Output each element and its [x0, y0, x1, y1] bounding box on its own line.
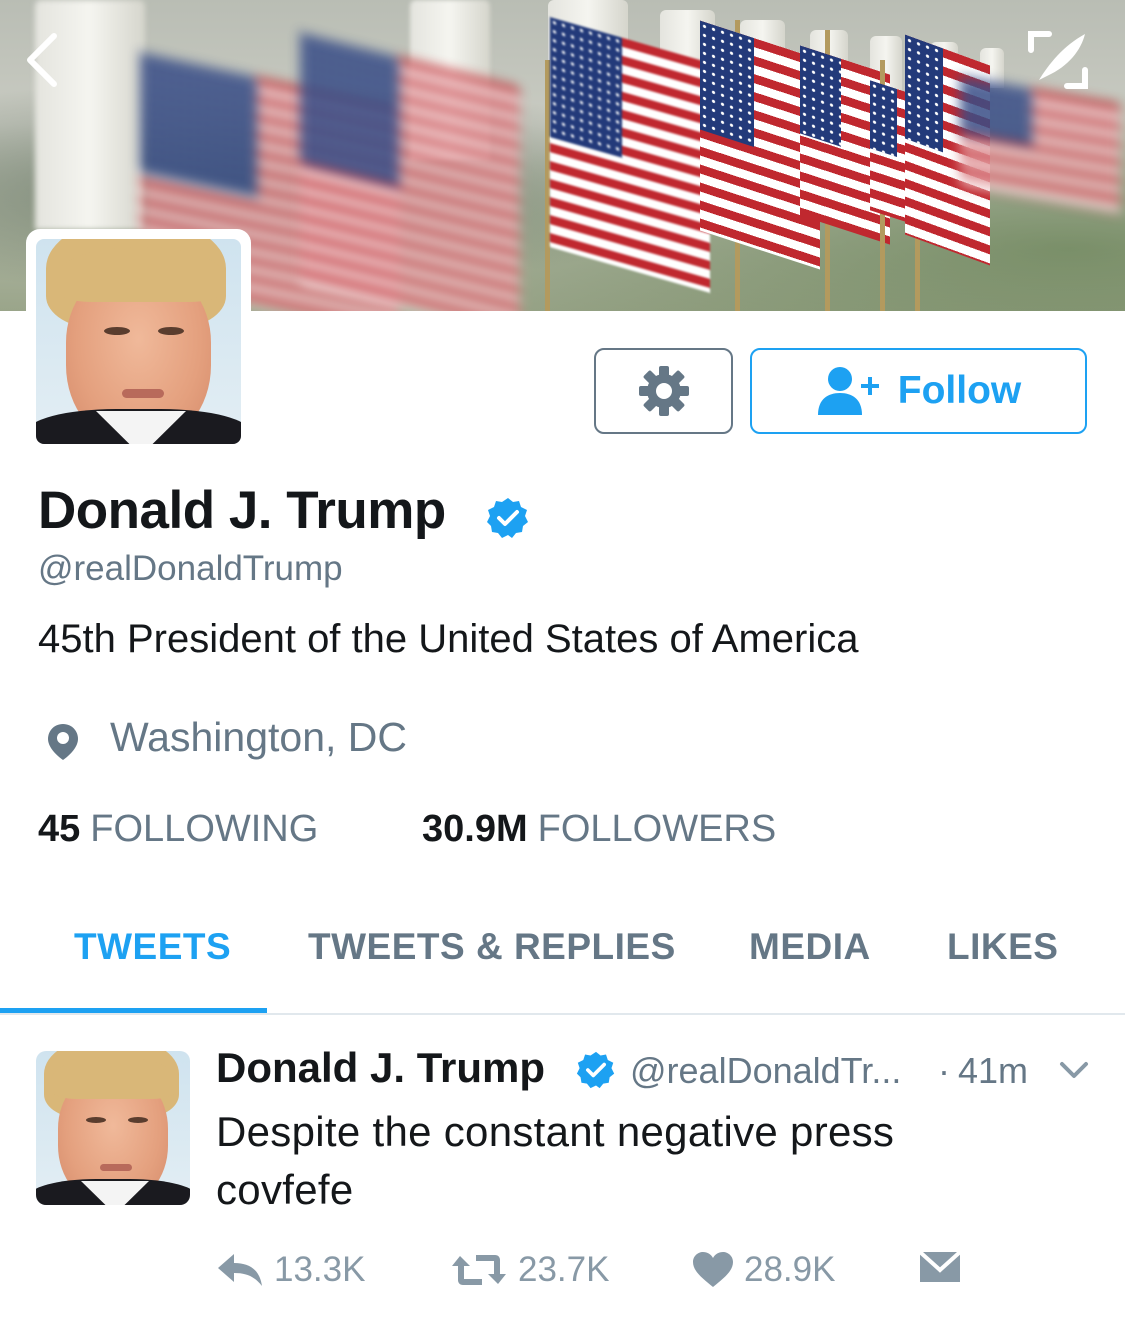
reply-icon	[218, 1254, 262, 1286]
avatar-image	[36, 239, 241, 444]
profile-name: Donald J. Trump	[38, 481, 446, 540]
direct-message-button[interactable]	[918, 1250, 962, 1284]
tweet-avatar[interactable]	[36, 1051, 190, 1205]
tweet-text-line: Despite the constant negative press	[216, 1108, 895, 1155]
flag	[550, 17, 710, 293]
envelope-icon	[918, 1250, 962, 1282]
back-button[interactable]	[18, 30, 68, 90]
tweet-text-line: covfefe	[216, 1166, 354, 1213]
profile-avatar[interactable]	[26, 229, 251, 454]
following-stat[interactable]: 45 FOLLOWING	[38, 808, 318, 851]
like-count: 28.9K	[744, 1250, 836, 1289]
tweet-author-name[interactable]: Donald J. Trump	[216, 1044, 545, 1092]
following-label: FOLLOWING	[90, 808, 319, 850]
profile-handle: @realDonaldTrump	[38, 549, 343, 588]
tab-tweets[interactable]: TWEETS	[74, 926, 231, 968]
follow-button[interactable]: Follow	[750, 348, 1087, 434]
compose-tweet-button[interactable]	[1025, 28, 1091, 92]
reply-count: 13.3K	[274, 1250, 366, 1289]
retweet-count: 23.7K	[518, 1250, 610, 1289]
tweet-timestamp[interactable]: 41m	[958, 1050, 1028, 1092]
verified-badge-icon	[576, 1051, 615, 1089]
add-user-icon	[817, 367, 879, 415]
follow-label: Follow	[897, 369, 1022, 412]
reply-button[interactable]: 13.3K	[216, 1250, 365, 1290]
tab-likes[interactable]: LIKES	[947, 926, 1058, 968]
gear-icon	[638, 366, 689, 416]
chevron-left-icon	[27, 33, 57, 87]
tweet-author-handle[interactable]: @realDonaldTr...	[630, 1050, 901, 1092]
retweet-icon	[452, 1255, 506, 1285]
following-count: 45	[38, 808, 81, 850]
followers-stat[interactable]: 30.9M FOLLOWERS	[422, 808, 776, 851]
followers-label: FOLLOWERS	[537, 808, 777, 850]
settings-button[interactable]	[594, 348, 733, 434]
chevron-down-icon[interactable]	[1058, 1060, 1090, 1080]
tweet-separator: ·	[938, 1050, 950, 1091]
map-pin-icon	[48, 724, 78, 760]
tab-tweets-and-replies[interactable]: TWEETS & REPLIES	[308, 926, 676, 968]
compose-tweet-icon	[1028, 31, 1088, 89]
retweet-button[interactable]: 23.7K	[450, 1250, 609, 1290]
tabs-divider	[0, 1013, 1125, 1015]
followers-count: 30.9M	[422, 808, 528, 850]
heart-icon	[693, 1252, 733, 1287]
tab-media[interactable]: MEDIA	[749, 926, 871, 968]
verified-badge-icon	[487, 498, 528, 538]
like-button[interactable]: 28.9K	[692, 1250, 835, 1290]
tweet-text: Despite the constant negative press covf…	[216, 1103, 1036, 1219]
profile-bio: 45th President of the United States of A…	[38, 617, 859, 661]
profile-location: Washington, DC	[110, 714, 407, 760]
